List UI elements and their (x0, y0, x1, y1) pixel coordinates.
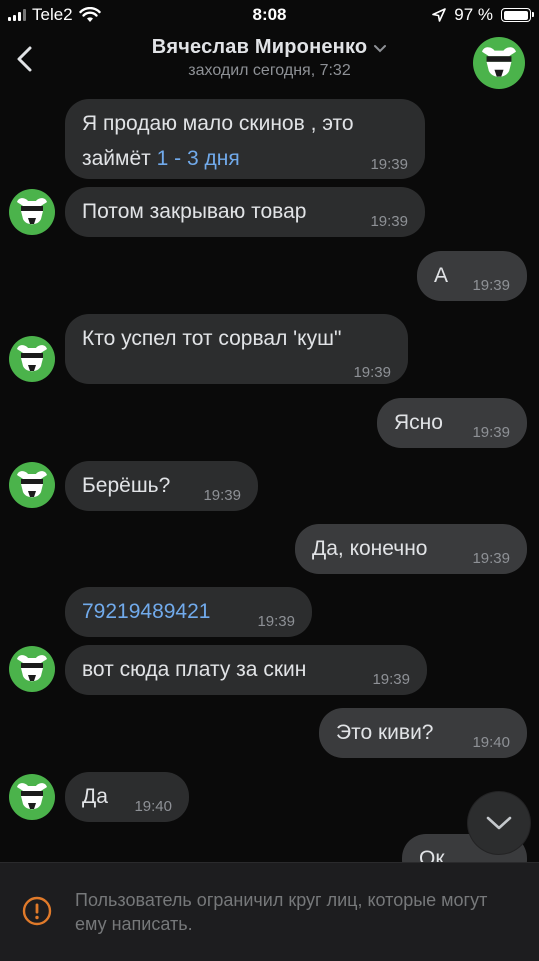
message-bubble-outgoing[interactable]: Это киви? 19:40 (319, 708, 527, 758)
message-time: 19:39 (472, 550, 510, 567)
message-time: 19:39 (370, 213, 408, 230)
message-time: 19:39 (370, 156, 408, 173)
message-bubble-incoming[interactable]: 79219489421 19:39 (65, 587, 312, 637)
restriction-notice: Пользователь ограничил круг лиц, которые… (0, 862, 539, 961)
chevron-down-icon (485, 814, 513, 832)
chat-header: Вячеслав Мироненко заходил сегодня, 7:32 (0, 30, 539, 94)
message-bubble-incoming[interactable]: Кто успел тот сорвал 'куш" 19:39 (65, 314, 408, 384)
last-seen: заходил сегодня, 7:32 (188, 62, 351, 79)
restriction-text: Пользователь ограничил круг лиц, которые… (75, 890, 488, 934)
sender-avatar[interactable] (9, 462, 55, 508)
contact-name: Вячеслав Мироненко (151, 36, 368, 58)
location-arrow-icon (432, 8, 447, 22)
chat-title-block[interactable]: Вячеслав Мироненко заходил сегодня, 7:32 (0, 36, 539, 80)
message-text: Ок (419, 847, 445, 862)
phone-link[interactable]: 79219489421 (82, 596, 210, 627)
message-text: А (434, 264, 449, 287)
status-bar: Tele2 8:08 97 % (0, 0, 539, 30)
message-bubble-incoming[interactable]: Берёшь? 19:39 (65, 461, 258, 511)
message-time: 19:39 (257, 613, 295, 630)
message-text: Берёшь? (82, 474, 171, 497)
message-text: Да (82, 785, 108, 808)
message-time: 19:39 (203, 487, 241, 504)
status-right: 97 % (432, 5, 534, 25)
avatar-mascot-icon (9, 462, 55, 508)
message-time: 19:39 (372, 671, 410, 688)
avatar-mascot-icon (9, 646, 55, 692)
message-text: Кто успел тот сорвал 'куш" (82, 327, 342, 350)
message-bubble-outgoing[interactable]: Ясно 19:39 (377, 398, 527, 448)
sender-avatar[interactable] (9, 189, 55, 235)
message-time: 19:39 (472, 277, 510, 294)
sender-avatar[interactable] (9, 774, 55, 820)
message-bubble-incoming[interactable]: Я продаю мало скинов , это займёт 1 - 3 … (65, 99, 425, 179)
contact-avatar[interactable] (473, 37, 525, 89)
avatar-mascot-icon (9, 774, 55, 820)
scroll-to-bottom-button[interactable] (468, 792, 530, 854)
battery-percent: 97 % (454, 5, 493, 24)
message-text: Я продаю мало скинов , это (82, 112, 354, 135)
message-bubble-outgoing[interactable]: Да, конечно 19:39 (295, 524, 527, 574)
avatar-mascot-icon (473, 37, 525, 89)
battery-icon (501, 8, 534, 22)
message-text: Потом закрываю товар (82, 200, 307, 223)
message-bubble-incoming[interactable]: вот сюда плату за скин 19:39 (65, 645, 427, 695)
sender-avatar[interactable] (9, 646, 55, 692)
sender-avatar[interactable] (9, 336, 55, 382)
message-text: вот сюда плату за скин (82, 658, 307, 681)
message-time: 19:40 (134, 798, 172, 815)
message-link[interactable]: 1 - 3 дня (157, 147, 240, 170)
message-text: займёт (82, 147, 157, 170)
chevron-down-icon (373, 44, 387, 54)
message-bubble-outgoing[interactable]: А 19:39 (417, 251, 527, 301)
message-bubble-incoming[interactable]: Потом закрываю товар 19:39 (65, 187, 425, 237)
message-text: Да, конечно (312, 537, 428, 560)
message-time: 19:39 (353, 364, 391, 381)
message-time: 19:39 (472, 424, 510, 441)
message-list[interactable]: Я продаю мало скинов , это займёт 1 - 3 … (0, 94, 539, 862)
message-text: Это киви? (336, 721, 434, 744)
message-time: 19:40 (472, 734, 510, 751)
avatar-mascot-icon (9, 336, 55, 382)
warning-icon (22, 896, 52, 926)
message-time: 19:40 (472, 853, 510, 862)
message-bubble-incoming[interactable]: Да 19:40 (65, 772, 189, 822)
avatar-mascot-icon (9, 189, 55, 235)
message-text: Ясно (394, 411, 443, 434)
